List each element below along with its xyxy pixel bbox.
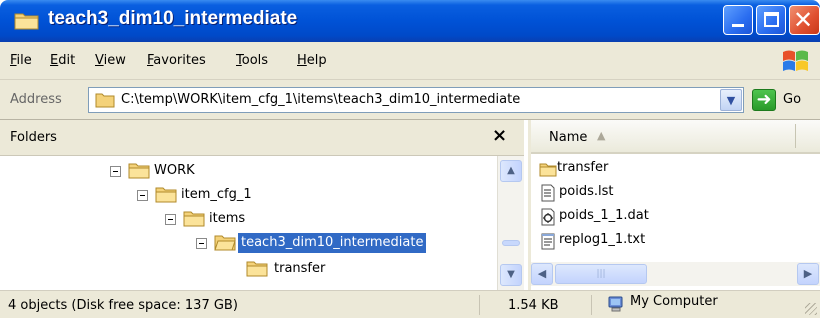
collapse-icon[interactable] xyxy=(110,166,121,177)
scroll-thumb[interactable] xyxy=(502,240,520,246)
computer-icon xyxy=(608,296,623,312)
address-value: C:\temp\WORK\item_cfg_1\items\teach3_dim… xyxy=(121,92,521,107)
menu-favorites[interactable]: Favorites xyxy=(147,53,206,68)
menu-edit[interactable]: Edit xyxy=(50,53,75,68)
folder-icon xyxy=(14,13,39,30)
folder-icon xyxy=(539,163,557,177)
scroll-down-button[interactable]: ▼ xyxy=(500,264,522,286)
minimize-button[interactable] xyxy=(723,5,753,35)
status-objects-cell: 4 objects (Disk free space: 137 GB) xyxy=(0,295,480,315)
close-icon: ✕ xyxy=(793,6,814,34)
column-name-label: Name xyxy=(549,130,588,145)
resize-grip[interactable] xyxy=(805,303,817,315)
collapse-icon[interactable] xyxy=(196,238,207,249)
status-size-cell: 1.54 KB xyxy=(480,295,592,315)
column-divider[interactable] xyxy=(795,124,796,148)
status-size: 1.54 KB xyxy=(508,298,559,313)
go-button[interactable]: Go xyxy=(783,92,801,107)
menu-view[interactable]: View xyxy=(95,53,126,68)
list-item[interactable]: replog1_1.txt xyxy=(539,230,739,252)
file-name: poids_1_1.dat xyxy=(559,208,649,223)
files-horizontal-scrollbar[interactable]: ◀ ||| ▶ xyxy=(531,262,820,286)
address-input[interactable]: C:\temp\WORK\item_cfg_1\items\teach3_dim… xyxy=(88,87,744,113)
folder-icon xyxy=(183,211,205,227)
tree-item-item-cfg-1[interactable]: item_cfg_1 xyxy=(137,184,437,206)
tree-item-items[interactable]: items xyxy=(165,208,465,230)
scroll-thumb[interactable]: ||| xyxy=(555,264,647,284)
file-name: transfer xyxy=(557,160,609,175)
go-arrow-icon[interactable]: ➜ xyxy=(752,89,776,111)
open-folder-icon xyxy=(214,235,236,251)
address-dropdown-button[interactable]: ▼ xyxy=(720,89,742,111)
maximize-button[interactable] xyxy=(756,5,786,35)
menu-tools[interactable]: Tools xyxy=(236,53,268,68)
scroll-right-button[interactable]: ▶ xyxy=(797,263,819,285)
tree-item-label: item_cfg_1 xyxy=(181,187,252,202)
address-bar: Address C:\temp\WORK\item_cfg_1\items\te… xyxy=(0,80,820,120)
data-file-icon xyxy=(541,208,555,226)
tree-item-label: transfer xyxy=(274,261,326,276)
folder-icon xyxy=(128,163,150,179)
close-button[interactable]: ✕ xyxy=(789,5,820,35)
scroll-up-button[interactable]: ▲ xyxy=(500,160,522,182)
window-title: teach3_dim10_intermediate xyxy=(48,8,298,29)
status-objects: 4 objects (Disk free space: 137 GB) xyxy=(8,298,238,313)
tree-item-transfer[interactable]: transfer xyxy=(246,258,446,280)
tree-item-label: teach3_dim10_intermediate xyxy=(238,233,427,253)
file-name: replog1_1.txt xyxy=(559,232,646,247)
list-item[interactable]: transfer xyxy=(539,158,739,180)
title-bar[interactable]: teach3_dim10_intermediate ✕ xyxy=(0,0,820,42)
address-label: Address xyxy=(10,92,62,107)
folder-icon xyxy=(155,187,177,203)
folders-header: Folders × xyxy=(0,120,524,156)
status-bar: 4 objects (Disk free space: 137 GB) 1.54… xyxy=(0,290,820,318)
list-item[interactable]: poids.lst xyxy=(539,182,739,204)
menu-file[interactable]: File xyxy=(10,53,32,68)
scroll-left-button[interactable]: ◀ xyxy=(531,263,553,285)
maximize-icon xyxy=(764,12,779,27)
collapse-icon[interactable] xyxy=(137,190,148,201)
tree-item-work[interactable]: WORK xyxy=(110,160,410,182)
folders-title: Folders xyxy=(10,130,57,145)
folder-icon xyxy=(95,93,115,108)
menu-bar: File Edit View Favorites Tools Help xyxy=(0,42,820,80)
folder-icon xyxy=(246,261,268,277)
text-file-icon xyxy=(541,233,555,250)
collapse-icon[interactable] xyxy=(165,214,176,225)
sort-ascending-icon: ▲ xyxy=(597,129,606,142)
name-column-header[interactable]: Name ▲ xyxy=(531,120,820,154)
status-location: My Computer xyxy=(630,294,718,309)
minimize-icon xyxy=(732,24,744,27)
folders-scrollbar[interactable]: ▲ ▼ xyxy=(497,156,524,290)
folders-pane: Folders × WORK item_cfg_1 items teach3_d… xyxy=(0,120,524,290)
tree-item-teach3-dim10-intermediate[interactable]: teach3_dim10_intermediate xyxy=(196,232,496,254)
tree-item-label: WORK xyxy=(154,163,195,178)
folders-close-icon[interactable]: × xyxy=(492,125,507,146)
tree-item-label: items xyxy=(209,211,246,226)
menu-help[interactable]: Help xyxy=(297,53,327,68)
windows-logo-icon xyxy=(783,50,808,71)
list-item[interactable]: poids_1_1.dat xyxy=(539,206,739,228)
files-pane: Name ▲ transfer poids.lst poids_1_1.dat xyxy=(528,120,820,290)
list-file-icon xyxy=(541,184,555,202)
file-name: poids.lst xyxy=(559,184,614,199)
